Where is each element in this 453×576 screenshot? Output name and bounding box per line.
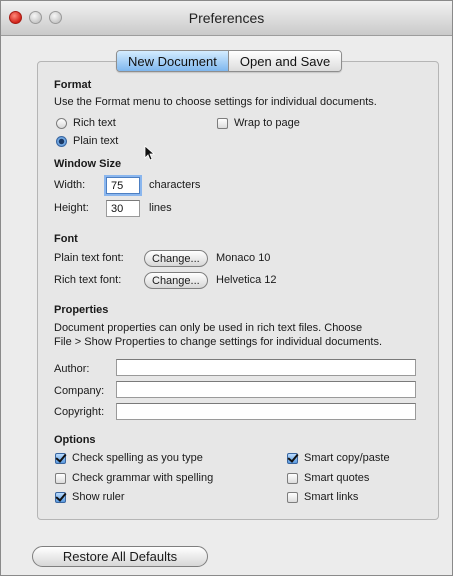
preferences-window: Preferences New Document Open and Save F… (0, 0, 453, 576)
height-label: Height: (54, 202, 89, 214)
tab-open-and-save[interactable]: Open and Save (227, 51, 342, 71)
check-spelling-label[interactable]: Check spelling as you type (72, 452, 203, 464)
properties-description-line1: Document properties can only be used in … (54, 322, 363, 334)
window-size-header: Window Size (54, 158, 122, 170)
height-field[interactable] (106, 200, 140, 217)
plain-text-font-value: Monaco 10 (216, 252, 271, 264)
copyright-label: Copyright: (54, 406, 105, 418)
wrap-to-page-label[interactable]: Wrap to page (234, 117, 300, 129)
smart-links-label[interactable]: Smart links (304, 491, 358, 503)
rich-text-font-label: Rich text font: (54, 274, 122, 286)
show-ruler-checkbox[interactable] (55, 492, 66, 503)
wrap-to-page-checkbox[interactable] (217, 118, 228, 129)
restore-all-defaults-button[interactable]: Restore All Defaults (32, 546, 208, 567)
smart-quotes-checkbox[interactable] (287, 473, 298, 484)
font-header: Font (54, 233, 78, 245)
plain-text-radio[interactable] (56, 136, 67, 147)
check-spelling-checkbox[interactable] (55, 453, 66, 464)
window-title: Preferences (188, 10, 265, 26)
tab-bar: New Document Open and Save (116, 50, 343, 72)
rich-text-label[interactable]: Rich text (73, 117, 116, 129)
options-header: Options (54, 434, 96, 446)
width-unit-label: characters (149, 179, 201, 191)
width-label: Width: (54, 179, 86, 191)
plain-text-label[interactable]: Plain text (73, 135, 118, 147)
show-ruler-label[interactable]: Show ruler (72, 491, 125, 503)
format-description: Use the Format menu to choose settings f… (54, 96, 377, 108)
smart-quotes-label[interactable]: Smart quotes (304, 472, 369, 484)
smart-copy-paste-label[interactable]: Smart copy/paste (304, 452, 390, 464)
rich-text-font-value: Helvetica 12 (216, 274, 277, 286)
smart-copy-paste-checkbox[interactable] (287, 453, 298, 464)
tab-new-document[interactable]: New Document (117, 51, 228, 71)
width-field[interactable] (106, 177, 140, 194)
rich-text-radio[interactable] (56, 118, 67, 129)
change-rich-font-button[interactable]: Change... (144, 272, 208, 289)
properties-header: Properties (54, 304, 109, 316)
copyright-field[interactable] (116, 403, 416, 420)
author-label: Author: (54, 363, 90, 375)
company-label: Company: (54, 385, 105, 397)
plain-text-font-label: Plain text font: (54, 252, 124, 264)
check-grammar-checkbox[interactable] (55, 473, 66, 484)
change-plain-font-button[interactable]: Change... (144, 250, 208, 267)
smart-links-checkbox[interactable] (287, 492, 298, 503)
arrow-cursor-icon (144, 145, 156, 161)
height-unit-label: lines (149, 202, 172, 214)
format-header: Format (54, 79, 92, 91)
properties-description-line2: File > Show Properties to change setting… (54, 336, 383, 348)
author-field[interactable] (116, 359, 416, 376)
title-bar[interactable]: Preferences (1, 1, 452, 36)
company-field[interactable] (116, 381, 416, 398)
check-grammar-label[interactable]: Check grammar with spelling (72, 472, 213, 484)
